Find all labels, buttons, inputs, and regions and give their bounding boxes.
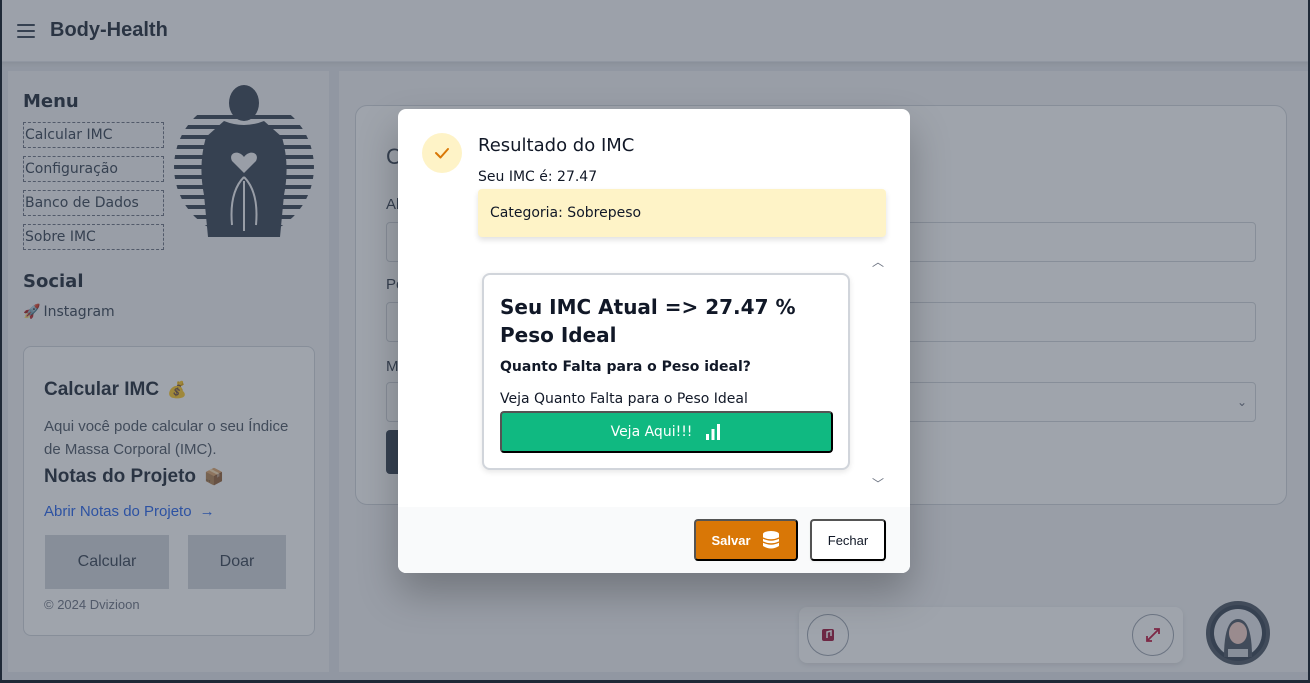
database-icon	[762, 531, 779, 549]
check-icon	[422, 133, 462, 173]
chevron-up-icon[interactable]: ︿	[872, 253, 884, 270]
chevron-down-icon[interactable]: ﹀	[872, 475, 884, 492]
window-frame-left	[0, 0, 2, 683]
veja-aqui-button[interactable]: Veja Aqui!!!	[500, 411, 833, 453]
modal-title: Resultado do IMC	[478, 135, 635, 156]
veja-aqui-label: Veja Aqui!!!	[610, 424, 693, 440]
result-card: Seu IMC Atual => 27.47 % Peso Ideal Quan…	[482, 273, 850, 470]
result-card-title: Seu IMC Atual => 27.47 % Peso Ideal	[500, 295, 796, 347]
category-text: Categoria: Sobrepeso	[490, 205, 642, 221]
save-button[interactable]: Salvar	[694, 519, 798, 561]
modal-footer: Salvar Fechar	[398, 507, 910, 573]
category-box: Categoria: Sobrepeso	[478, 189, 886, 237]
imc-score-text: Seu IMC é: 27.47	[478, 169, 598, 185]
bar-chart-icon	[706, 424, 721, 440]
result-card-text: Veja Quanto Falta para o Peso Ideal	[500, 391, 748, 407]
imc-result-modal: Resultado do IMC Seu IMC é: 27.47 Catego…	[398, 109, 910, 573]
result-card-subtitle: Quanto Falta para o Peso ideal?	[500, 359, 751, 375]
close-button[interactable]: Fechar	[810, 519, 886, 561]
save-label: Salvar	[711, 532, 751, 548]
